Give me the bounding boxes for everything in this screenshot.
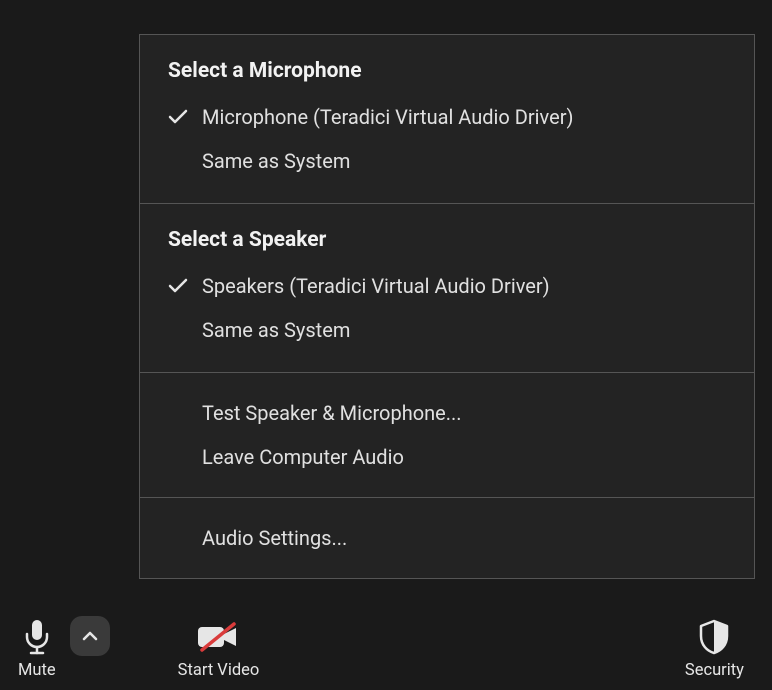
test-speaker-mic-item[interactable]: Test Speaker & Microphone... [140,391,754,435]
speaker-option-system[interactable]: Same as System [140,308,754,352]
shield-icon [698,617,730,657]
check-icon [168,109,202,125]
mute-control-group: Mute [8,609,110,690]
microphone-icon [23,617,51,657]
mute-button[interactable]: Mute [8,609,66,690]
audio-options-caret-button[interactable] [70,616,110,656]
speaker-section-title: Select a Speaker [140,228,754,264]
action-label: Test Speaker & Microphone... [202,399,734,427]
audio-options-menu: Select a Microphone Microphone (Teradici… [139,34,755,579]
audio-settings-item[interactable]: Audio Settings... [140,516,754,560]
audio-actions-section: Test Speaker & Microphone... Leave Compu… [140,373,754,498]
chevron-up-icon [82,630,98,642]
check-icon [168,278,202,294]
action-label: Leave Computer Audio [202,443,734,471]
leave-computer-audio-item[interactable]: Leave Computer Audio [140,435,754,479]
meeting-toolbar: Mute Start Video Se [0,590,772,690]
microphone-option-label: Same as System [202,147,734,175]
speaker-option-label: Speakers (Teradici Virtual Audio Driver) [202,272,734,300]
speaker-option-label: Same as System [202,316,734,344]
microphone-option-label: Microphone (Teradici Virtual Audio Drive… [202,103,734,131]
security-label: Security [685,661,744,680]
security-button[interactable]: Security [675,609,754,690]
action-label: Audio Settings... [202,524,734,552]
speaker-section: Select a Speaker Speakers (Teradici Virt… [140,204,754,373]
microphone-option-teradici[interactable]: Microphone (Teradici Virtual Audio Drive… [140,95,754,139]
mute-label: Mute [18,661,56,680]
speaker-option-teradici[interactable]: Speakers (Teradici Virtual Audio Driver) [140,264,754,308]
microphone-section: Select a Microphone Microphone (Teradici… [140,35,754,204]
microphone-section-title: Select a Microphone [140,59,754,95]
video-off-icon [196,617,240,657]
audio-settings-section: Audio Settings... [140,498,754,578]
start-video-button[interactable]: Start Video [168,609,270,690]
start-video-label: Start Video [178,661,260,680]
microphone-option-system[interactable]: Same as System [140,139,754,183]
